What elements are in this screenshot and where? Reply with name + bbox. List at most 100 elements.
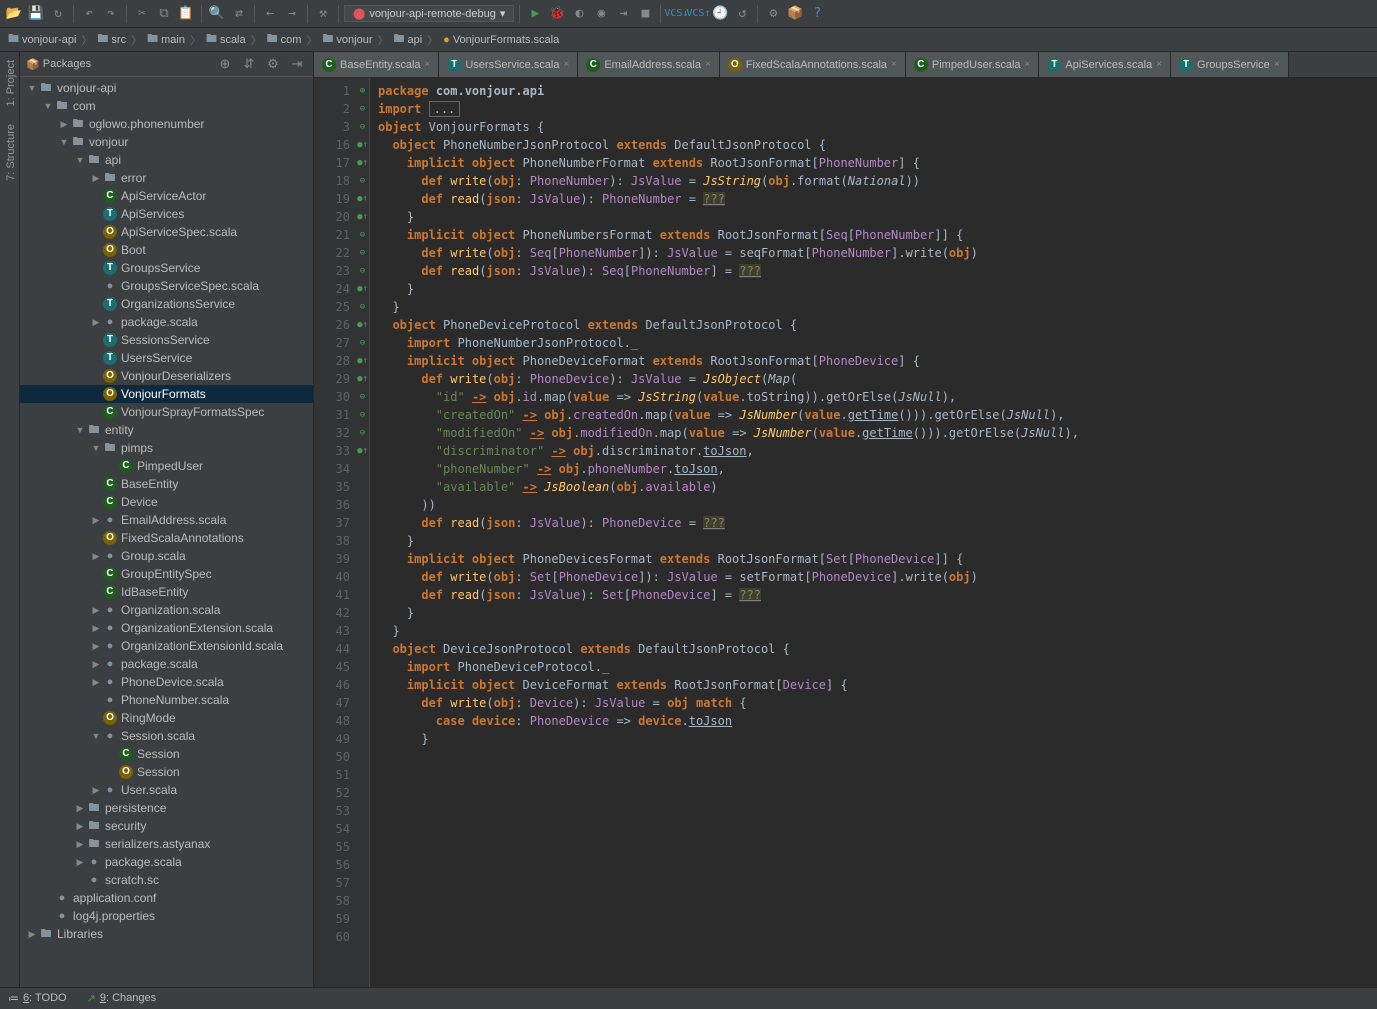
attach-icon[interactable]: ⇥ <box>613 4 633 24</box>
run-icon[interactable]: ▶ <box>525 4 545 24</box>
tree-item[interactable]: ●GroupsServiceSpec.scala <box>20 277 313 295</box>
undo-icon[interactable]: ↶ <box>79 4 99 24</box>
paste-icon[interactable]: 📋 <box>176 4 196 24</box>
replace-icon[interactable]: ⇄ <box>229 4 249 24</box>
breadcrumb-item[interactable]: 🖿 main <box>143 29 189 50</box>
tree-item[interactable]: ▶●User.scala <box>20 781 313 799</box>
vcs-commit-icon[interactable]: VCS↑ <box>688 4 708 24</box>
debug-icon[interactable]: 🐞 <box>547 4 567 24</box>
fold-gutter[interactable]: ⊕⊖⊖●↑●↑⊖●↑●↑⊖⊖⊖●↑⊖●↑⊖●↑●↑⊖⊖⊖●↑ <box>356 78 370 987</box>
project-tree[interactable]: ▼🖿vonjour-api▼🖿com▶🖿oglowo.phonenumber▼🖿… <box>20 77 313 987</box>
history-icon[interactable]: 🕘 <box>710 4 730 24</box>
tree-item[interactable]: ▶●OrganizationExtensionId.scala <box>20 637 313 655</box>
tree-item[interactable]: ▶🖿error <box>20 169 313 187</box>
find-icon[interactable]: 🔍 <box>207 4 227 24</box>
breadcrumb-item[interactable]: 🖿 scala <box>202 29 250 50</box>
stop-icon[interactable]: ■ <box>635 4 655 24</box>
cut-icon[interactable]: ✂ <box>132 4 152 24</box>
tree-item[interactable]: ▶●Group.scala <box>20 547 313 565</box>
help-icon[interactable]: ? <box>807 4 827 24</box>
tree-item[interactable]: ORingMode <box>20 709 313 727</box>
redo-icon[interactable]: ↷ <box>101 4 121 24</box>
editor-tab[interactable]: CEmailAddress.scala× <box>578 52 719 77</box>
tree-item[interactable]: ●log4j.properties <box>20 907 313 925</box>
scroll-from-source-icon[interactable]: ⊕ <box>215 54 235 74</box>
open-file-icon[interactable]: 📂 <box>4 4 24 24</box>
tree-item[interactable]: ▶●package.scala <box>20 313 313 331</box>
tree-item[interactable]: ●application.conf <box>20 889 313 907</box>
tree-item[interactable]: ▶●package.scala <box>20 655 313 673</box>
settings-icon[interactable]: ⚙ <box>763 4 783 24</box>
build-icon[interactable]: ⚒ <box>313 4 333 24</box>
changes-tool-tab[interactable]: ↗9: Changes <box>87 992 157 1005</box>
tree-item[interactable]: TApiServices <box>20 205 313 223</box>
tree-item[interactable]: ▶🖿serializers.astyanax <box>20 835 313 853</box>
tree-item[interactable]: TSessionsService <box>20 331 313 349</box>
tree-item[interactable]: CPimpedUser <box>20 457 313 475</box>
editor-tab[interactable]: CBaseEntity.scala× <box>314 52 439 77</box>
coverage-icon[interactable]: ◐ <box>569 4 589 24</box>
tree-item[interactable]: ▼●Session.scala <box>20 727 313 745</box>
tree-item[interactable]: ▼🖿entity <box>20 421 313 439</box>
tree-item[interactable]: ●PhoneNumber.scala <box>20 691 313 709</box>
close-icon[interactable]: × <box>564 59 570 70</box>
left-gutter-project[interactable]: 1: Project <box>0 56 19 110</box>
close-icon[interactable]: × <box>705 59 711 70</box>
close-icon[interactable]: × <box>425 59 431 70</box>
breadcrumb-item[interactable]: 🖿 vonjour <box>318 29 376 50</box>
tree-item[interactable]: CApiServiceActor <box>20 187 313 205</box>
tree-item[interactable]: ▶🖿persistence <box>20 799 313 817</box>
tree-item[interactable]: ▶●Organization.scala <box>20 601 313 619</box>
tree-item[interactable]: OFixedScalaAnnotations <box>20 529 313 547</box>
vcs-update-icon[interactable]: VCS↓ <box>666 4 686 24</box>
revert-icon[interactable]: ↺ <box>732 4 752 24</box>
tree-item[interactable]: ▶🖿oglowo.phonenumber <box>20 115 313 133</box>
tree-item[interactable]: TGroupsService <box>20 259 313 277</box>
editor-tab[interactable]: OFixedScalaAnnotations.scala× <box>720 52 906 77</box>
forward-icon[interactable]: → <box>282 4 302 24</box>
tree-item[interactable]: CBaseEntity <box>20 475 313 493</box>
tree-item[interactable]: ▼🖿vonjour <box>20 133 313 151</box>
tree-item[interactable]: CVonjourSprayFormatsSpec <box>20 403 313 421</box>
tree-item[interactable]: ▼🖿vonjour-api <box>20 79 313 97</box>
close-icon[interactable]: × <box>1025 59 1031 70</box>
tree-item[interactable]: ▶🖿Libraries <box>20 925 313 943</box>
tree-item[interactable]: CDevice <box>20 493 313 511</box>
editor-tab[interactable]: TUsersService.scala× <box>439 52 578 77</box>
left-gutter-structure[interactable]: 7: Structure <box>0 120 19 185</box>
code-editor[interactable]: package com.vonjour.apiimport ...object … <box>370 78 1377 987</box>
tree-item[interactable]: CGroupEntitySpec <box>20 565 313 583</box>
close-icon[interactable]: × <box>891 59 897 70</box>
back-icon[interactable]: ← <box>260 4 280 24</box>
breadcrumb-item[interactable]: 🖿 api <box>389 29 426 50</box>
tree-item[interactable]: ▶●EmailAddress.scala <box>20 511 313 529</box>
copy-icon[interactable]: ⧉ <box>154 4 174 24</box>
gear-icon[interactable]: ⚙ <box>263 54 283 74</box>
todo-tool-tab[interactable]: ≔6: TODO <box>8 992 67 1005</box>
breadcrumb-item[interactable]: 🖿 vonjour-api <box>4 29 80 50</box>
collapse-all-icon[interactable]: ⇵ <box>239 54 259 74</box>
close-icon[interactable]: × <box>1274 59 1280 70</box>
run-config-selector[interactable]: ⬤ vonjour-api-remote-debug ▾ <box>344 5 514 22</box>
tree-item[interactable]: CIdBaseEntity <box>20 583 313 601</box>
hide-icon[interactable]: ⇥ <box>287 54 307 74</box>
editor-tab[interactable]: CPimpedUser.scala× <box>906 52 1040 77</box>
breadcrumb-item[interactable]: ● VonjourFormats.scala <box>439 33 563 47</box>
editor-tab[interactable]: TApiServices.scala× <box>1039 52 1171 77</box>
tree-item[interactable]: TOrganizationsService <box>20 295 313 313</box>
tree-item[interactable]: OSession <box>20 763 313 781</box>
breadcrumb-item[interactable]: 🖿 src <box>93 29 130 50</box>
tree-item[interactable]: OApiServiceSpec.scala <box>20 223 313 241</box>
tree-item[interactable]: ▼🖿api <box>20 151 313 169</box>
tree-item[interactable]: OBoot <box>20 241 313 259</box>
tree-item[interactable]: ▶●OrganizationExtension.scala <box>20 619 313 637</box>
tree-item[interactable]: ▶🖿security <box>20 817 313 835</box>
tree-item[interactable]: ●scratch.sc <box>20 871 313 889</box>
editor-tab[interactable]: TGroupsService× <box>1171 52 1289 77</box>
tree-item[interactable]: TUsersService <box>20 349 313 367</box>
breadcrumb-item[interactable]: 🖿 com <box>263 29 306 50</box>
tree-item[interactable]: CSession <box>20 745 313 763</box>
tree-item[interactable]: ▶●package.scala <box>20 853 313 871</box>
sdk-icon[interactable]: 📦 <box>785 4 805 24</box>
tree-item[interactable]: ▼🖿pimps <box>20 439 313 457</box>
